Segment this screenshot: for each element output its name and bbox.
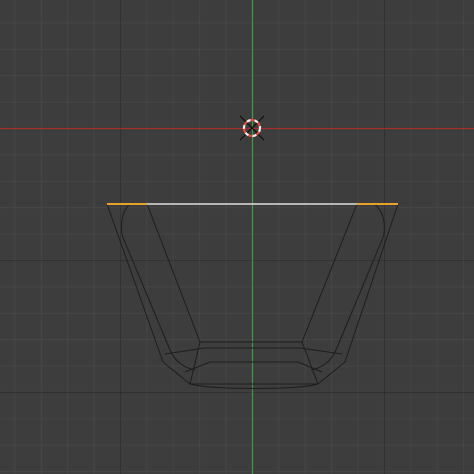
3d-viewport[interactable] <box>0 0 474 474</box>
bottom-cross-edge-right[interactable] <box>301 341 319 385</box>
bottom-ring-2[interactable] <box>184 361 323 373</box>
viewport-overlay <box>0 0 474 474</box>
bottom-base-curve[interactable] <box>189 383 319 389</box>
rim-inner-curve-left[interactable] <box>121 203 196 371</box>
bottom-ring-1[interactable] <box>164 347 343 355</box>
bottom-cross-edge-left[interactable] <box>189 341 201 385</box>
rim-inner-curve-right[interactable] <box>310 203 385 371</box>
3d-cursor-icon[interactable] <box>239 115 265 141</box>
